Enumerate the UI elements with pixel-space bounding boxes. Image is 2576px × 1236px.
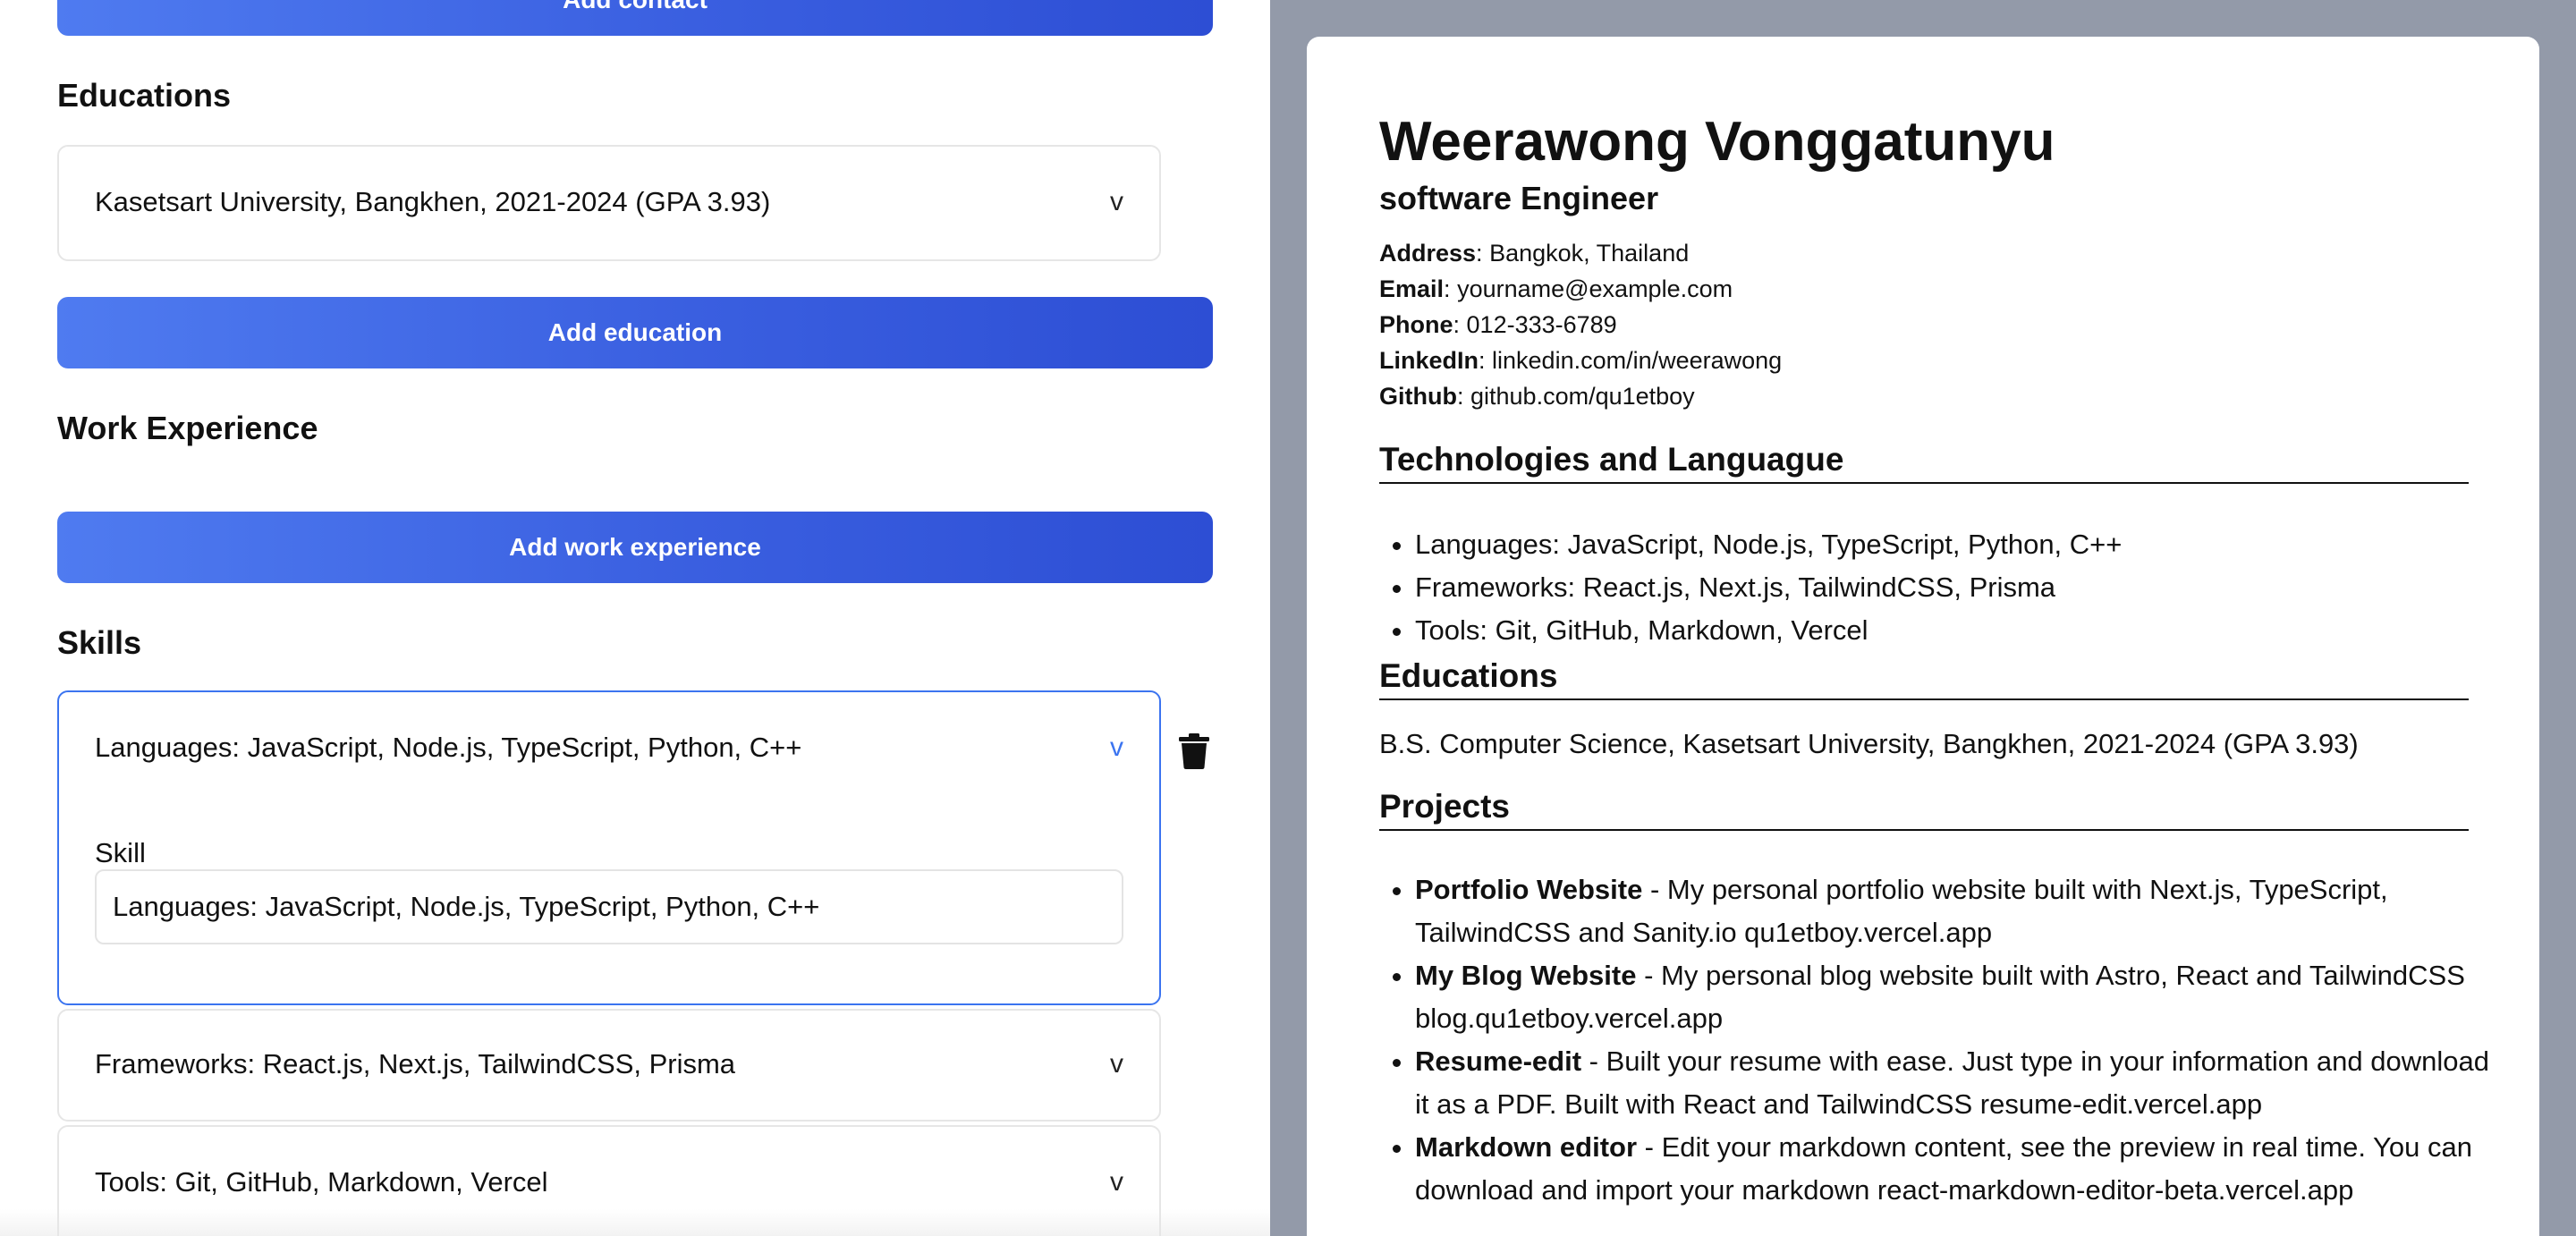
skill-item-header[interactable]: Frameworks: React.js, Next.js, TailwindC…	[95, 1048, 1123, 1080]
add-education-button[interactable]: Add education	[57, 297, 1213, 368]
project-name: Markdown editor	[1415, 1131, 1638, 1163]
skill-field-label: Skill	[95, 837, 146, 868]
project-item: Portfolio Website - My personal portfoli…	[1415, 868, 2506, 954]
resume-educations-title: Educations	[1379, 657, 2469, 700]
project-item: Markdown editor - Edit your markdown con…	[1415, 1126, 2506, 1212]
education-item[interactable]: Kasetsart University, Bangkhen, 2021-202…	[57, 145, 1161, 261]
chevron-down-icon[interactable]: v	[1110, 187, 1123, 217]
contact-line-address: Address: Bangkok, Thailand	[1379, 239, 1689, 267]
skill-item[interactable]: Frameworks: React.js, Next.js, TailwindC…	[57, 1009, 1161, 1122]
work-experience-section-title: Work Experience	[57, 410, 318, 446]
projects-list: Portfolio Website - My personal portfoli…	[1379, 868, 2506, 1212]
resume-name: Weerawong Vonggatunyu	[1379, 111, 2055, 173]
contact-value: 012-333-6789	[1466, 311, 1617, 338]
resume-role: software Engineer	[1379, 180, 1659, 216]
trash-icon[interactable]	[1179, 733, 1209, 769]
skill-item-header[interactable]: Tools: Git, GitHub, Markdown, Vercel v	[95, 1166, 1123, 1198]
contact-label: Phone	[1379, 311, 1453, 338]
skill-item-summary: Frameworks: React.js, Next.js, TailwindC…	[95, 1048, 736, 1079]
contact-separator: :	[1456, 383, 1470, 410]
contact-line-phone: Phone: 012-333-6789	[1379, 310, 1617, 339]
contact-separator: :	[1476, 240, 1490, 267]
skill-item-summary: Languages: JavaScript, Node.js, TypeScri…	[95, 732, 802, 763]
project-name: Resume-edit	[1415, 1046, 1582, 1077]
contact-label: Address	[1379, 240, 1477, 267]
projects-section-title: Projects	[1379, 788, 2469, 831]
project-name: My Blog Website	[1415, 960, 1637, 991]
skill-item-summary: Tools: Git, GitHub, Markdown, Vercel	[95, 1166, 548, 1198]
list-item: Frameworks: React.js, Next.js, TailwindC…	[1415, 566, 2506, 609]
project-name: Portfolio Website	[1415, 874, 1643, 905]
resume-preview-panel[interactable]: Weerawong Vonggatunyu software Engineer …	[1270, 0, 2576, 1236]
contact-value: Bangkok, Thailand	[1489, 240, 1690, 267]
contact-line-linkedin: LinkedIn: linkedin.com/in/weerawong	[1379, 346, 1782, 375]
add-contact-button[interactable]: Add contact	[57, 0, 1213, 36]
list-item: Languages: JavaScript, Node.js, TypeScri…	[1415, 523, 2506, 566]
contact-separator: :	[1479, 347, 1493, 374]
contact-label: Email	[1379, 275, 1445, 302]
education-line: B.S. Computer Science, Kasetsart Univers…	[1379, 728, 2359, 759]
contact-line-email: Email: yourname@example.com	[1379, 275, 1733, 303]
contact-value: yourname@example.com	[1457, 275, 1733, 302]
education-item-header[interactable]: Kasetsart University, Bangkhen, 2021-202…	[95, 186, 1123, 218]
contact-separator: :	[1453, 311, 1467, 338]
educations-section-title: Educations	[57, 77, 232, 114]
resume-editor-panel: Add contact Educations Kasetsart Univers…	[0, 0, 1270, 1236]
skill-item-expanded[interactable]: Languages: JavaScript, Node.js, TypeScri…	[57, 690, 1161, 1005]
list-item: Tools: Git, GitHub, Markdown, Vercel	[1415, 609, 2506, 652]
chevron-down-icon[interactable]: v	[1110, 732, 1123, 763]
contact-line-github: Github: github.com/qu1etboy	[1379, 382, 1695, 411]
scroll-fade	[0, 1209, 1270, 1236]
contact-label: Github	[1379, 383, 1457, 410]
skills-section-title: Skills	[57, 624, 142, 661]
contact-value: linkedin.com/in/weerawong	[1492, 347, 1783, 374]
skill-input[interactable]	[95, 869, 1123, 944]
project-item: Resume-edit - Built your resume with eas…	[1415, 1040, 2506, 1126]
project-item: My Blog Website - My personal blog websi…	[1415, 954, 2506, 1040]
resume-page: Weerawong Vonggatunyu software Engineer …	[1307, 37, 2539, 1236]
tech-list: Languages: JavaScript, Node.js, TypeScri…	[1379, 523, 2506, 652]
add-work-experience-button[interactable]: Add work experience	[57, 512, 1213, 583]
contact-label: LinkedIn	[1379, 347, 1479, 374]
contact-value: github.com/qu1etboy	[1470, 383, 1695, 410]
chevron-down-icon[interactable]: v	[1110, 1049, 1123, 1079]
tech-section-title: Technologies and Languague	[1379, 441, 2469, 484]
skill-item-header[interactable]: Languages: JavaScript, Node.js, TypeScri…	[95, 732, 1123, 764]
education-item-summary: Kasetsart University, Bangkhen, 2021-202…	[95, 186, 771, 217]
chevron-down-icon[interactable]: v	[1110, 1167, 1123, 1198]
contact-separator: :	[1444, 275, 1458, 302]
